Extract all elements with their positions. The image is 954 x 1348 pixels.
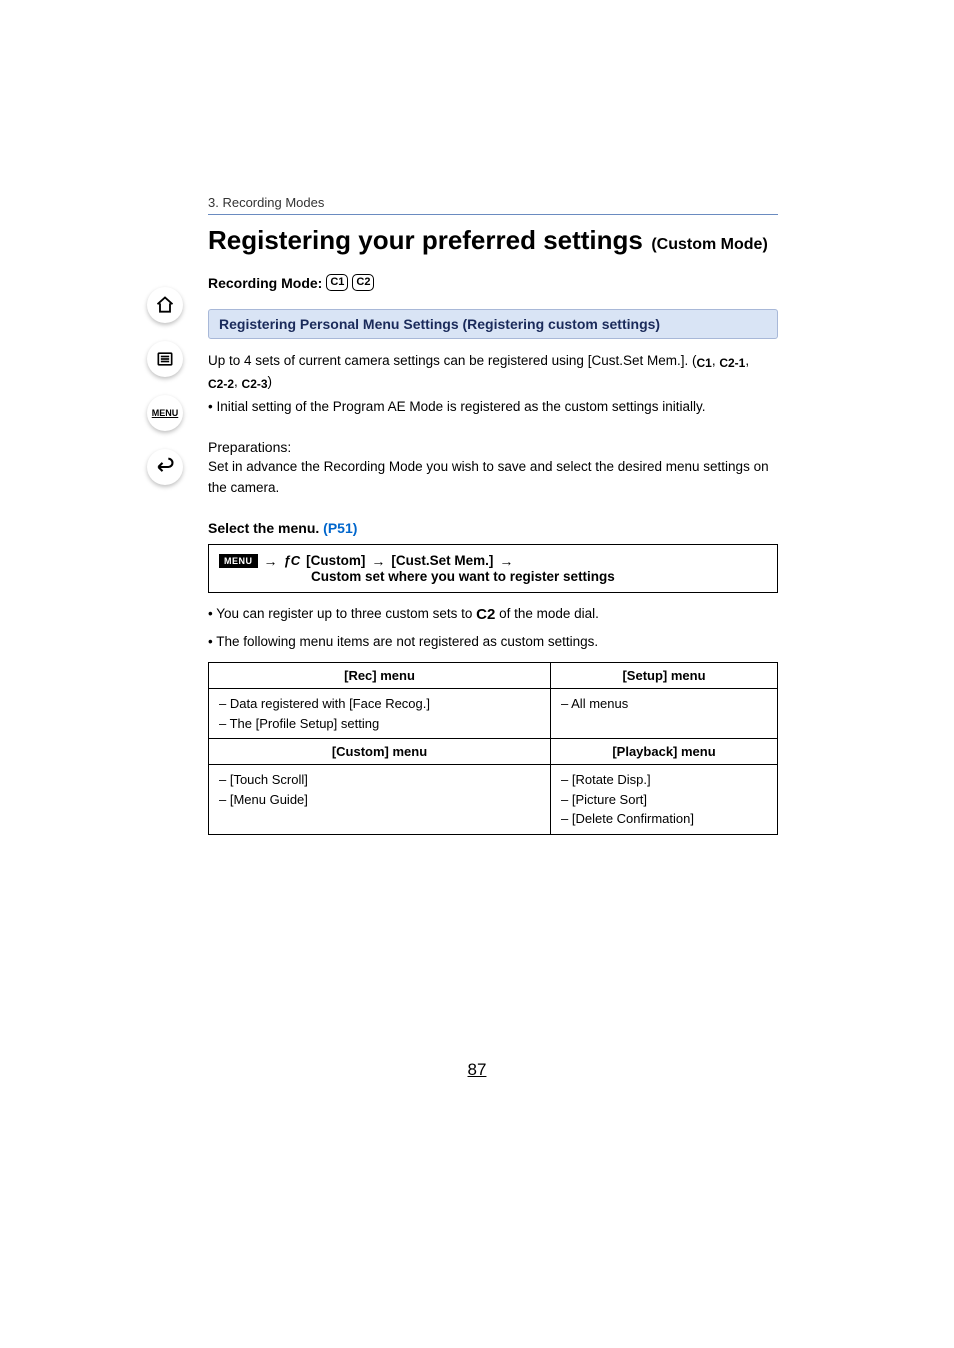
page-number: 87	[0, 1060, 954, 1080]
toc-icon[interactable]	[147, 341, 183, 377]
table-cell: – [Rotate Disp.] – [Picture Sort] – [Del…	[551, 765, 778, 835]
breadcrumb: 3. Recording Modes	[208, 195, 778, 210]
c2-dial-icon: C2	[476, 603, 495, 627]
table-header: [Rec] menu	[209, 663, 551, 689]
custom-fc-icon: ƒC	[284, 553, 301, 568]
table-header: [Setup] menu	[551, 663, 778, 689]
bullet-2: • The following menu items are not regis…	[208, 631, 778, 653]
not-registered-table: [Rec] menu [Setup] menu – Data registere…	[208, 662, 778, 835]
table-header: [Custom] menu	[209, 739, 551, 765]
intro-text-2: • Initial setting of the Program AE Mode…	[208, 397, 778, 417]
preparations-label: Preparations:	[208, 439, 778, 455]
section-header: Registering Personal Menu Settings (Regi…	[208, 309, 778, 339]
table-cell: – All menus	[551, 689, 778, 739]
page-title: Registering your preferred settings (Cus…	[208, 225, 778, 256]
recording-mode-line: Recording Mode: C1C2	[208, 274, 778, 291]
table-cell: – [Touch Scroll] – [Menu Guide]	[209, 765, 551, 835]
table-cell: – Data registered with [Face Recog.] – T…	[209, 689, 551, 739]
intro-text-1: Up to 4 sets of current camera settings …	[208, 351, 778, 393]
bullet-1: • You can register up to three custom se…	[208, 603, 778, 627]
menu-badge-icon: MENU	[219, 554, 258, 568]
mode-badge-c2: C2	[352, 274, 374, 291]
menu-path-box: MENU → ƒC [Custom] → [Cust.Set Mem.] → C…	[208, 544, 778, 593]
mode-badge-c1: C1	[326, 274, 348, 291]
page-ref-link[interactable]: (P51)	[323, 520, 357, 536]
menu-icon[interactable]: MENU	[147, 395, 183, 431]
table-header: [Playback] menu	[551, 739, 778, 765]
preparations-text: Set in advance the Recording Mode you wi…	[208, 457, 778, 498]
home-icon[interactable]	[147, 287, 183, 323]
select-menu-line: Select the menu. (P51)	[208, 520, 778, 536]
back-icon[interactable]	[147, 449, 183, 485]
